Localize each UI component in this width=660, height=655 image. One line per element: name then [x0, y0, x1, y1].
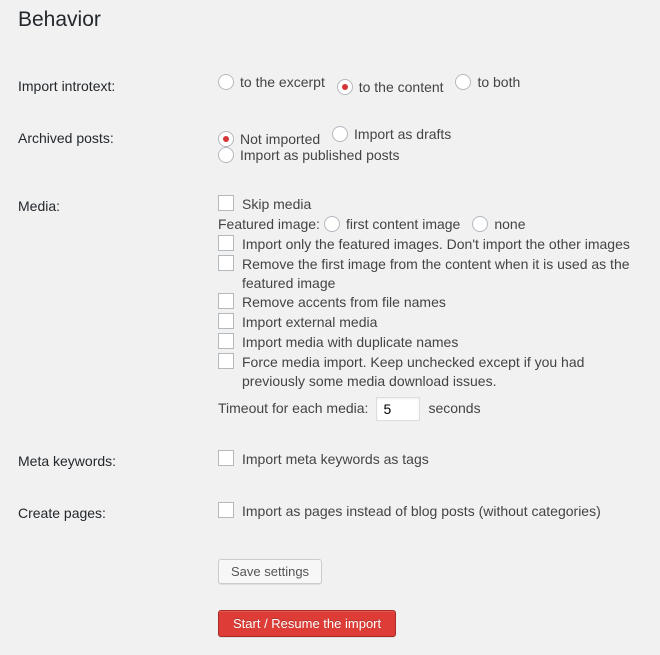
skip-media-label: Skip media	[242, 195, 311, 214]
archived-option-published[interactable]: Import as published posts	[218, 147, 400, 163]
introtext-option-content[interactable]: to the content	[337, 79, 444, 95]
pages-checkbox[interactable]	[218, 502, 234, 518]
radio-icon	[472, 216, 488, 232]
radio-icon	[218, 74, 234, 90]
archived-label: Archived posts:	[18, 112, 218, 180]
radio-icon	[337, 79, 353, 95]
timeout-input[interactable]	[376, 397, 420, 421]
pages-text: Import as pages instead of blog posts (w…	[242, 502, 601, 521]
radio-icon	[332, 126, 348, 142]
timeout-suffix: seconds	[428, 399, 480, 418]
radio-icon	[218, 147, 234, 163]
featured-option-first[interactable]: first content image	[324, 215, 460, 234]
meta-keywords-label: Import meta keywords as tags	[242, 450, 429, 469]
meta-keywords-checkbox[interactable]	[218, 450, 234, 466]
external-media-checkbox[interactable]	[218, 313, 234, 329]
start-import-button[interactable]: Start / Resume the import	[218, 610, 396, 637]
force-import-label: Force media import. Keep unchecked excep…	[242, 353, 642, 391]
skip-media-checkbox[interactable]	[218, 195, 234, 211]
remove-accents-label: Remove accents from file names	[242, 293, 446, 312]
featured-image-label: Featured image:	[218, 215, 320, 234]
archived-option-drafts[interactable]: Import as drafts	[332, 126, 451, 142]
remove-accents-checkbox[interactable]	[218, 293, 234, 309]
archived-option-notimported[interactable]: Not imported	[218, 131, 320, 147]
timeout-label: Timeout for each media:	[218, 399, 368, 418]
introtext-option-excerpt[interactable]: to the excerpt	[218, 74, 325, 90]
introtext-option-both[interactable]: to both	[455, 74, 520, 90]
radio-icon	[218, 131, 234, 147]
media-label: Media:	[18, 180, 218, 435]
only-featured-label: Import only the featured images. Don't i…	[242, 235, 630, 254]
remove-first-checkbox[interactable]	[218, 255, 234, 271]
external-media-label: Import external media	[242, 313, 377, 332]
save-settings-button[interactable]: Save settings	[218, 559, 322, 584]
duplicates-checkbox[interactable]	[218, 333, 234, 349]
featured-option-none[interactable]: none	[472, 215, 525, 234]
meta-label: Meta keywords:	[18, 435, 218, 487]
section-title: Behavior	[18, 8, 642, 32]
remove-first-label: Remove the first image from the content …	[242, 255, 642, 293]
introtext-label: Import introtext:	[18, 60, 218, 112]
radio-icon	[455, 74, 471, 90]
force-import-checkbox[interactable]	[218, 353, 234, 369]
radio-icon	[324, 216, 340, 232]
only-featured-checkbox[interactable]	[218, 235, 234, 251]
duplicates-label: Import media with duplicate names	[242, 333, 458, 352]
pages-label: Create pages:	[18, 487, 218, 539]
